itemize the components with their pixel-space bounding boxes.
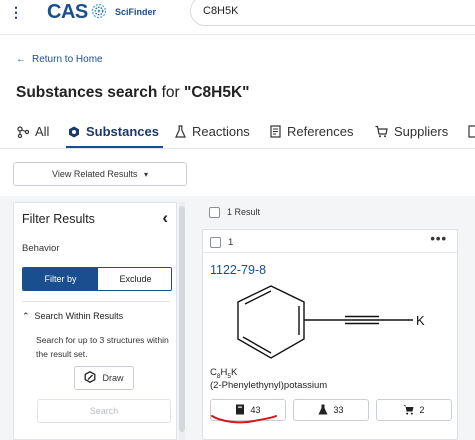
draw-hexagon-icon <box>85 371 96 383</box>
substance-name: (2-Phenylethynyl)potassium <box>210 380 328 391</box>
result-type-tabs: All Substances Reactions References Supp… <box>0 118 475 149</box>
tab-suppliers[interactable]: Suppliers <box>375 124 448 139</box>
cas-logo[interactable]: CAS <box>47 1 88 24</box>
card-header-divider <box>203 252 457 253</box>
filter-scrollbar-thumb[interactable] <box>179 206 185 432</box>
draw-label: Draw <box>102 373 124 383</box>
result-index: 1 <box>228 237 234 248</box>
tab-substances-label: Substances <box>86 124 159 139</box>
behavior-label: Behavior <box>22 243 60 254</box>
exclude-button[interactable]: Exclude <box>98 268 171 290</box>
reactions-count-button[interactable]: 33 <box>293 399 369 421</box>
tabs-divider <box>0 148 475 149</box>
cas-registry-number-link[interactable]: 1122-79-8 <box>210 263 266 277</box>
header-divider <box>0 34 475 35</box>
tab-reactions[interactable]: Reactions <box>175 124 250 139</box>
scifinder-logo-text: SciFinder <box>115 7 157 17</box>
search-within-button[interactable]: Search <box>37 399 171 423</box>
search-input-value[interactable]: C8H5K <box>203 5 238 17</box>
return-to-home-link[interactable]: ← Return to Home <box>16 54 103 65</box>
red-annotation-underline <box>211 415 277 424</box>
kebab-menu-icon[interactable]: ⋮ <box>9 5 23 19</box>
result-count: 1 Result <box>227 207 261 217</box>
tab-references-label: References <box>287 124 354 139</box>
page-title-prefix: Substances search <box>16 84 158 101</box>
tab-all-label: All <box>35 124 50 139</box>
document-icon <box>468 125 475 138</box>
arrow-left-icon: ← <box>16 54 26 65</box>
chemical-structure-image[interactable]: K <box>233 282 433 364</box>
collapse-panel-icon[interactable]: ‹ <box>162 208 168 228</box>
search-within-description: Search for up to 3 structures within the… <box>36 335 169 359</box>
tab-suppliers-label: Suppliers <box>394 124 449 139</box>
suppliers-count: 2 <box>419 405 425 415</box>
molecular-formula: C8H5K <box>210 367 237 380</box>
formula-k: K <box>231 367 238 378</box>
draw-button[interactable]: Draw <box>74 366 134 390</box>
page-title: Substances search for "C8H5K" <box>16 84 250 102</box>
substance-card: 1 ••• 1122-79-8 K C8H5K (2-Phenylethynyl… <box>202 229 458 440</box>
filter-title: Filter Results <box>22 212 95 226</box>
suppliers-count-button[interactable]: 2 <box>376 399 452 421</box>
chevron-up-icon: ⌃ <box>22 311 30 321</box>
document-icon <box>270 125 281 138</box>
cart-icon <box>403 405 414 415</box>
select-result-checkbox[interactable] <box>210 237 221 248</box>
more-options-icon[interactable]: ••• <box>430 231 447 246</box>
cas-logo-mark-icon <box>91 3 107 19</box>
search-within-toggle[interactable]: ⌃ Search Within Results <box>22 311 123 322</box>
tab-all[interactable]: All <box>17 124 49 139</box>
flask-icon <box>175 125 186 138</box>
filter-panel: Filter Results ‹ Behavior Filter by Excl… <box>13 202 177 440</box>
tab-overflow[interactable] <box>468 124 475 139</box>
cart-icon <box>375 125 388 138</box>
flask-icon <box>318 404 328 415</box>
tab-references[interactable]: References <box>270 124 353 139</box>
filter-by-button[interactable]: Filter by <box>23 268 98 290</box>
hierarchy-icon <box>17 126 30 139</box>
tab-substances[interactable]: Substances <box>68 124 159 139</box>
return-label: Return to Home <box>32 54 103 65</box>
view-related-label: View Related Results <box>52 169 138 179</box>
hexagon-icon <box>69 126 79 138</box>
tab-reactions-label: Reactions <box>192 124 250 139</box>
behavior-toggle: Filter by Exclude <box>22 267 172 291</box>
potassium-atom-label: K <box>416 313 425 328</box>
reactions-count: 33 <box>333 405 344 415</box>
page-title-query: "C8H5K" <box>184 84 250 101</box>
filter-divider <box>22 301 170 302</box>
chevron-down-icon: ▾ <box>143 170 148 179</box>
select-all-checkbox[interactable] <box>209 207 220 218</box>
view-related-results-button[interactable]: View Related Results ▾ <box>13 162 187 186</box>
formula-c: C <box>210 367 217 378</box>
page-title-for: for <box>157 84 184 101</box>
search-within-title: Search Within Results <box>34 311 124 321</box>
